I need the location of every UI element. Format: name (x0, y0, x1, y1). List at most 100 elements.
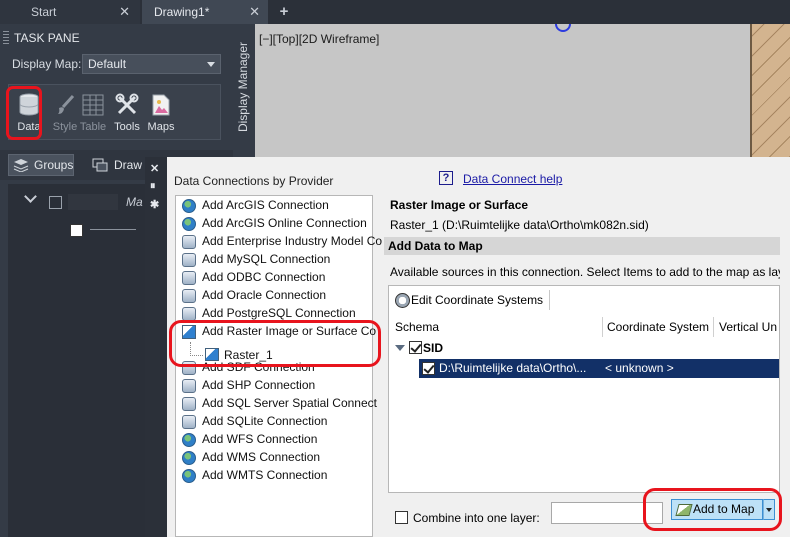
viewcube-marker (555, 24, 571, 32)
toolbar-divider (549, 290, 550, 310)
display-manager-tab[interactable]: Display Manager (233, 24, 255, 157)
provider-item-arcgis[interactable]: Add ArcGIS Connection (182, 196, 329, 214)
maps-button[interactable]: Maps (143, 91, 179, 135)
globe-icon (182, 432, 196, 447)
edit-coordinate-systems-button[interactable]: Edit Coordinate Systems (393, 290, 543, 310)
task-pane-title: TASK PANE (0, 27, 233, 49)
tools-icon (115, 93, 139, 115)
provider-item-enterprise[interactable]: Add Enterprise Industry Model Co (182, 232, 382, 250)
provider-label: Add ArcGIS Online Connection (202, 216, 367, 230)
provider-label: Add WMS Connection (202, 450, 321, 464)
column-divider[interactable] (713, 317, 714, 337)
schema-group-checkbox[interactable] (409, 341, 422, 354)
display-manager-tab-label: Display Manager (236, 41, 250, 133)
provider-item-arcgis-online[interactable]: Add ArcGIS Online Connection (182, 214, 367, 232)
globe-icon (182, 216, 196, 231)
draw-order-icon (92, 158, 108, 172)
providers-title: Data Connections by Provider (174, 174, 334, 188)
highlight-add-to-map (643, 488, 782, 531)
layer-italic-label: Ma (126, 195, 143, 209)
provider-label: Add SQLite Connection (202, 414, 328, 428)
tab-drawing-label: Drawing1* (154, 5, 210, 19)
column-header-vertical-units[interactable]: Vertical Un (719, 317, 777, 337)
viewport-label[interactable]: [−][Top][2D Wireframe] (259, 32, 379, 46)
database-icon (182, 270, 196, 285)
edit-coordinate-systems-label: Edit Coordinate Systems (411, 293, 544, 307)
close-icon[interactable]: ✕ (249, 0, 260, 24)
provider-item-wfs[interactable]: Add WFS Connection (182, 430, 317, 448)
tools-button[interactable]: Tools (109, 91, 145, 135)
hatch-pattern (750, 24, 790, 157)
combine-checkbox[interactable] (395, 511, 408, 524)
palette-side-strip: ✕ ⏸ ✱ (145, 157, 167, 537)
table-button-label: Table (79, 121, 107, 133)
provider-label: Add WFS Connection (202, 432, 318, 446)
add-data-section-header: Add Data to Map (384, 237, 780, 255)
provider-item-sqlserver[interactable]: Add SQL Server Spatial Connect (182, 394, 377, 412)
sublayer-checkbox[interactable] (70, 224, 83, 237)
provider-item-oracle[interactable]: Add Oracle Connection (182, 286, 326, 304)
globe-icon (182, 450, 196, 465)
provider-label: Add WMTS Connection (202, 468, 328, 482)
draw-order-button[interactable]: Draw (90, 154, 142, 176)
database-icon (182, 378, 196, 393)
maps-icon (152, 94, 170, 116)
tools-button-label: Tools (114, 121, 140, 133)
column-header-coordinate-system[interactable]: Coordinate System (607, 317, 709, 337)
maps-button-label: Maps (147, 121, 175, 133)
available-sources-text: Available sources in this connection. Se… (390, 265, 780, 279)
new-tab-button[interactable]: + (272, 0, 296, 24)
provider-item-wmts[interactable]: Add WMTS Connection (182, 466, 327, 484)
document-tab-bar: Start ✕ Drawing1* ✕ + (0, 0, 790, 24)
combine-into-one-layer[interactable]: Combine into one layer: (395, 510, 540, 526)
column-header-schema[interactable]: Schema (395, 317, 439, 337)
provider-label: Add SHP Connection (202, 378, 316, 392)
database-icon (182, 414, 196, 429)
close-icon[interactable]: ✕ (150, 162, 159, 175)
layer-name-field (68, 194, 118, 210)
provider-item-sqlite[interactable]: Add SQLite Connection (182, 412, 327, 430)
column-divider[interactable] (602, 317, 603, 337)
schema-group-label: SID (423, 341, 444, 355)
data-connect-help-link[interactable]: Data Connect help (463, 172, 562, 186)
draw-order-label: Draw (114, 158, 143, 172)
chevron-down-icon (207, 62, 215, 67)
tab-start-label: Start (31, 5, 57, 19)
provider-item-odbc[interactable]: Add ODBC Connection (182, 268, 325, 286)
table-button[interactable]: Table (75, 91, 111, 135)
database-icon (182, 306, 196, 321)
provider-label: Add Enterprise Industry Model Co (202, 234, 383, 248)
row-checkbox[interactable] (422, 362, 435, 375)
display-map-select[interactable]: Default (82, 54, 221, 74)
groups-button[interactable]: Groups (8, 154, 74, 176)
groups-button-label: Groups (34, 158, 74, 172)
layer-checkbox[interactable] (49, 196, 62, 209)
chevron-down-icon[interactable] (24, 190, 37, 203)
provider-item-shp[interactable]: Add SHP Connection (182, 376, 315, 394)
chevron-down-icon[interactable] (395, 345, 405, 351)
connection-type-title: Raster Image or Surface (390, 198, 529, 212)
gear-icon[interactable]: ✱ (150, 198, 159, 211)
tab-drawing[interactable]: Drawing1* ✕ (142, 0, 268, 24)
globe-icon (182, 468, 196, 483)
tab-start[interactable]: Start ✕ (0, 0, 140, 24)
highlight-data-button (6, 86, 42, 140)
provider-item-wms[interactable]: Add WMS Connection (182, 448, 320, 466)
sublayer-name-field (90, 229, 136, 230)
database-icon (182, 252, 196, 267)
highlight-raster-provider (169, 320, 381, 367)
help-icon[interactable]: ? (439, 171, 453, 185)
globe-icon (182, 198, 196, 213)
schema-group-row[interactable]: SID (393, 339, 443, 357)
provider-label: Add Oracle Connection (202, 288, 327, 302)
provider-item-mysql[interactable]: Add MySQL Connection (182, 250, 330, 268)
provider-label: Add MySQL Connection (202, 252, 331, 266)
close-icon[interactable]: ✕ (119, 0, 130, 24)
row-coordinate-system: < unknown > (605, 361, 674, 375)
display-map-label: Display Map: (12, 57, 82, 71)
table-icon (82, 94, 104, 116)
collapse-icon[interactable]: ⏸ (150, 180, 156, 193)
drawing-viewport[interactable]: [−][Top][2D Wireframe] (255, 24, 790, 157)
schema-table: Edit Coordinate Systems Schema Coordinat… (388, 285, 780, 493)
table-row[interactable]: D:\Ruimtelijke data\Ortho\... < unknown … (419, 359, 779, 378)
